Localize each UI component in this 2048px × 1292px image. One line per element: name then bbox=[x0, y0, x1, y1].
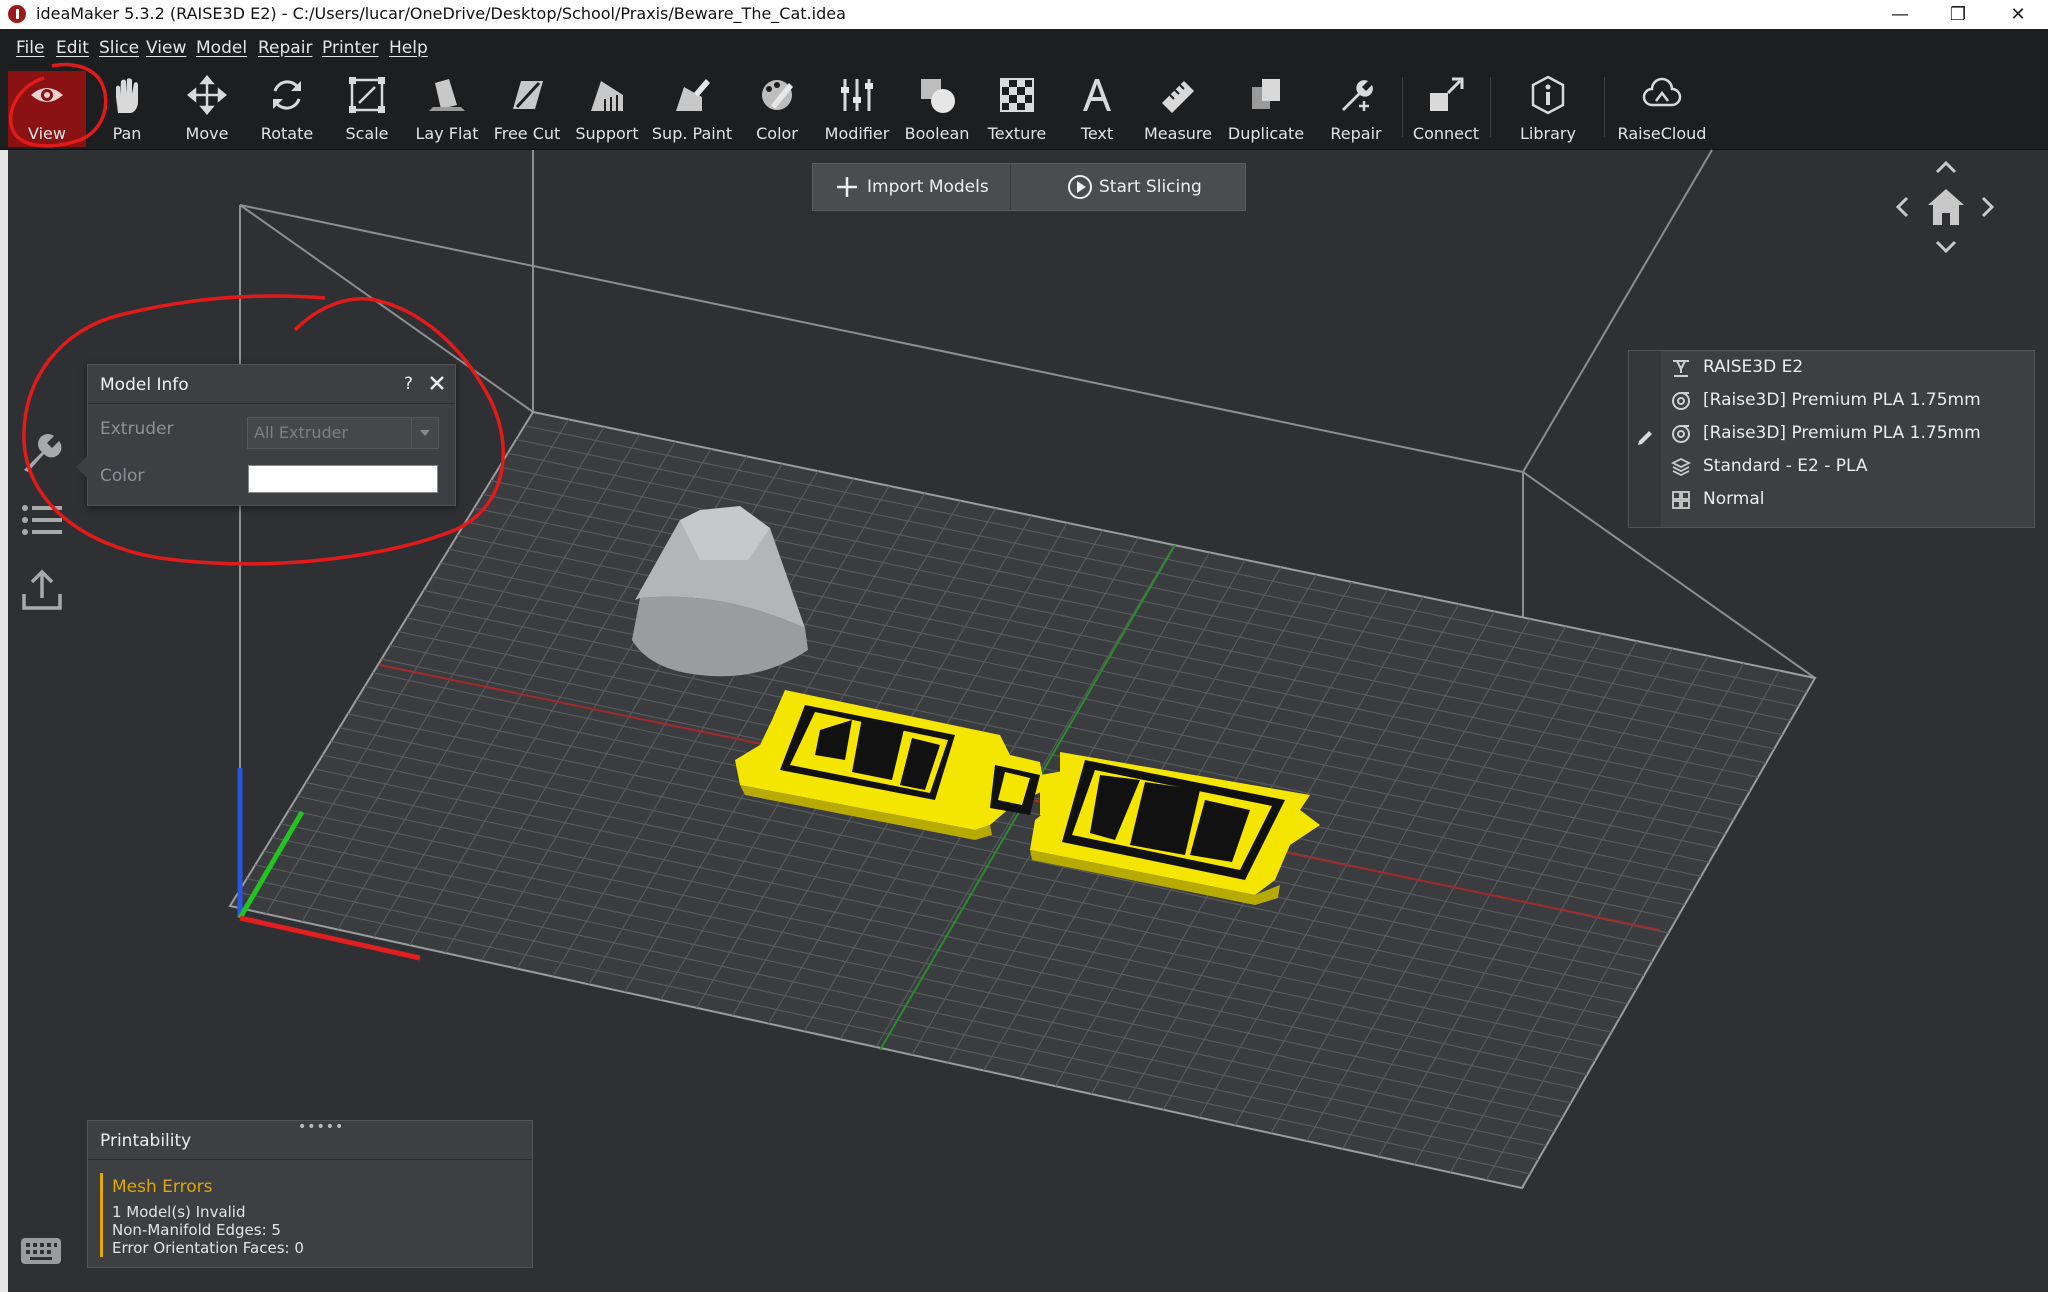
ideamaker-window: ideaMaker 5.3.2 (RAISE3D E2) - C:/Users/… bbox=[0, 0, 2048, 1292]
printability-header: ••••• Printability bbox=[88, 1119, 532, 1160]
drag-handle[interactable]: ••••• bbox=[298, 1119, 344, 1135]
non-manifold-edges-text: Non-Manifold Edges: 5 bbox=[112, 1221, 281, 1239]
invalid-models-text: 1 Model(s) Invalid bbox=[112, 1203, 246, 1221]
view-tool-highlight bbox=[8, 62, 108, 148]
keyboard-icon[interactable] bbox=[20, 1236, 62, 1266]
annotation-layer bbox=[8, 62, 505, 566]
printability-title: Printability bbox=[100, 1131, 192, 1151]
model-info-highlight bbox=[22, 294, 505, 566]
mesh-errors-title: Mesh Errors bbox=[112, 1177, 213, 1197]
printability-panel: ••••• Printability Mesh Errors 1 Model(s… bbox=[87, 1119, 533, 1268]
warning-bar bbox=[100, 1173, 103, 1257]
error-orientation-faces-text: Error Orientation Faces: 0 bbox=[112, 1239, 304, 1257]
